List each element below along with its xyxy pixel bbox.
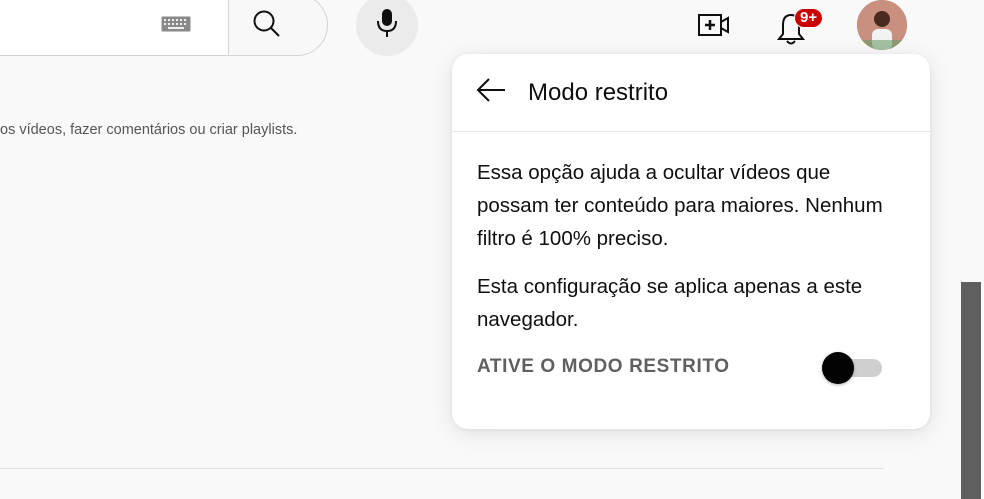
voice-search-button[interactable] bbox=[356, 0, 418, 56]
toggle-row: ATIVE O MODO RESTRITO bbox=[477, 352, 900, 384]
back-button[interactable] bbox=[472, 74, 510, 112]
scrollbar-thumb[interactable] bbox=[961, 282, 981, 499]
keyboard-icon[interactable] bbox=[161, 16, 191, 32]
browser-scope-note: Esta configuração se aplica apenas a est… bbox=[477, 275, 863, 331]
search-icon bbox=[253, 8, 281, 43]
notifications-button[interactable]: 9+ bbox=[768, 6, 824, 48]
restricted-mode-description: Essa opção ajuda a ocultar vídeos que po… bbox=[477, 161, 883, 250]
arrow-left-icon bbox=[475, 78, 507, 107]
toggle-knob bbox=[822, 352, 854, 384]
divider bbox=[0, 468, 884, 469]
popup-body: Essa opção ajuda a ocultar vídeos que po… bbox=[452, 132, 930, 384]
restricted-mode-popup: Modo restrito Essa opção ajuda a ocultar… bbox=[452, 54, 930, 429]
popup-header: Modo restrito bbox=[452, 54, 930, 132]
avatar[interactable] bbox=[857, 0, 907, 50]
create-button[interactable] bbox=[694, 12, 734, 42]
search-button[interactable] bbox=[228, 0, 328, 56]
search-input[interactable] bbox=[0, 0, 228, 56]
video-plus-icon bbox=[696, 13, 732, 42]
background-description-text: os vídeos, fazer comentários ou criar pl… bbox=[0, 122, 298, 138]
microphone-icon bbox=[375, 8, 399, 43]
toggle-label: ATIVE O MODO RESTRITO bbox=[477, 356, 730, 377]
popup-title: Modo restrito bbox=[528, 78, 669, 106]
restricted-mode-toggle[interactable] bbox=[822, 352, 882, 384]
notification-count-badge: 9+ bbox=[794, 8, 824, 28]
